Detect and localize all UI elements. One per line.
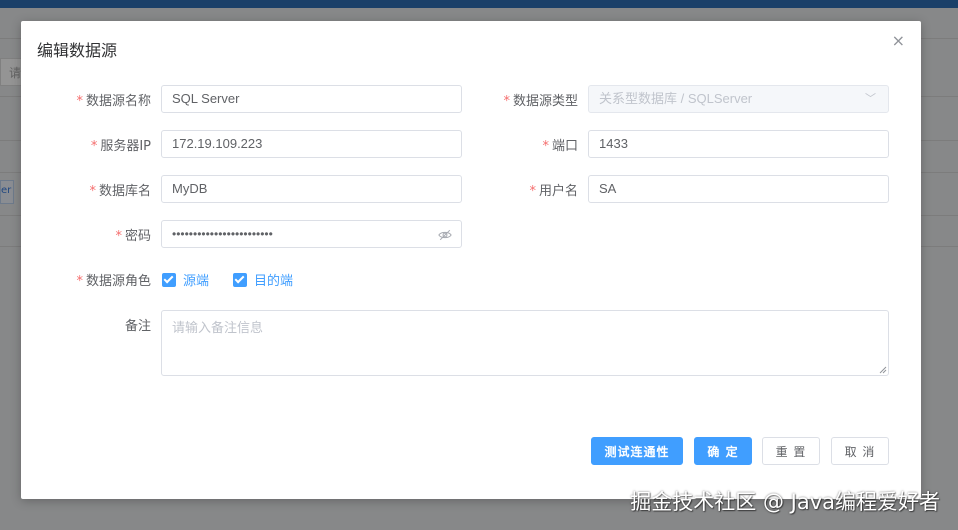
edit-datasource-dialog: 编辑数据源 × * 数据源名称 SQL Server * 数据源类型 关系型数据库 … <box>21 21 921 499</box>
watermark: 掘金技术社区 @ Java编程爱好者 <box>630 490 940 514</box>
username-label: * 用户名 <box>529 184 578 199</box>
port-label: * 端口 <box>542 139 578 154</box>
close-icon[interactable]: × <box>892 33 905 49</box>
source-checkbox-label: 源端 <box>183 274 210 289</box>
required-mark: * <box>76 274 83 289</box>
cancel-button[interactable]: 取 消 <box>831 437 889 465</box>
confirm-button[interactable]: 确 定 <box>694 437 752 465</box>
name-label: * 数据源名称 <box>76 94 151 109</box>
chevron-down-icon: ﹀ <box>865 93 876 105</box>
checkbox-checked-icon <box>233 272 247 287</box>
target-checkbox[interactable]: 目的端 <box>233 270 293 289</box>
remark-textarea[interactable]: 请输入备注信息 <box>161 310 889 376</box>
port-input[interactable]: 1433 <box>588 130 889 158</box>
password-value: •••••••••••••••••••••••• <box>172 227 273 241</box>
target-checkbox-label: 目的端 <box>254 274 294 289</box>
test-connection-button[interactable]: 测试连通性 <box>591 437 683 465</box>
remark-placeholder: 请输入备注信息 <box>172 320 264 335</box>
checkbox-checked-icon <box>162 272 176 287</box>
remark-label: 备注 <box>124 319 151 334</box>
database-name-input[interactable]: MyDB <box>161 175 462 203</box>
type-select-value: 关系型数据库 / SQLServer <box>599 91 753 106</box>
required-mark: * <box>89 184 96 199</box>
required-mark: * <box>529 184 536 199</box>
type-label: * 数据源类型 <box>503 94 578 109</box>
required-mark: * <box>542 139 549 154</box>
eye-off-icon[interactable] <box>438 228 452 242</box>
server-ip-label: * 服务器IP <box>90 139 151 154</box>
reset-button[interactable]: 重 置 <box>762 437 820 465</box>
username-input[interactable]: SA <box>588 175 889 203</box>
datasource-type-select[interactable]: 关系型数据库 / SQLServer ﹀ <box>588 85 889 113</box>
dialog-title: 编辑数据源 <box>37 41 118 60</box>
required-mark: * <box>76 94 83 109</box>
source-checkbox[interactable]: 源端 <box>162 270 209 289</box>
database-label: * 数据库名 <box>89 184 151 199</box>
role-label: * 数据源角色 <box>76 274 151 289</box>
resize-handle-icon[interactable] <box>879 366 887 374</box>
password-label: * 密码 <box>115 229 151 244</box>
server-ip-input[interactable]: 172.19.109.223 <box>161 130 462 158</box>
required-mark: * <box>115 229 122 244</box>
password-input[interactable]: •••••••••••••••••••••••• <box>161 220 462 248</box>
datasource-name-input[interactable]: SQL Server <box>161 85 462 113</box>
required-mark: * <box>503 94 510 109</box>
required-mark: * <box>90 139 98 154</box>
